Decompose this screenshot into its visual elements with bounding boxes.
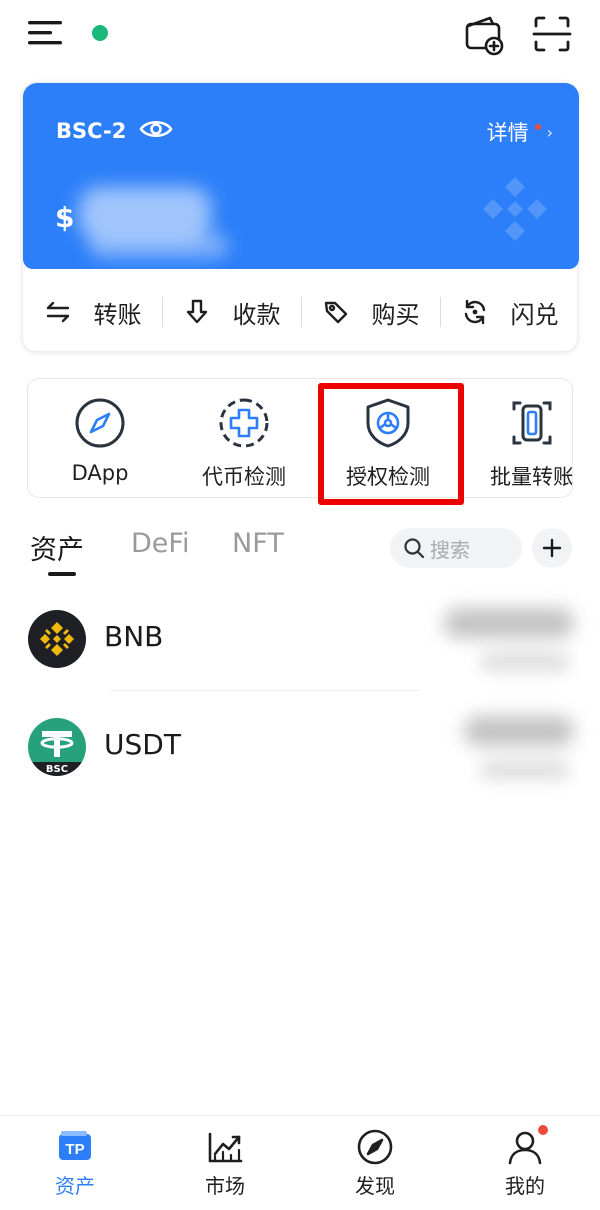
nav-label: 资产 (55, 1174, 95, 1198)
svg-text:TP: TP (65, 1141, 84, 1158)
menu-icon[interactable] (26, 18, 66, 48)
wallet-actions: 转账 收款 购买 闪兑 (23, 273, 579, 351)
nav-assets[interactable]: TP 资产 (0, 1116, 150, 1210)
tab-nft[interactable]: NFT (232, 528, 284, 559)
tab-defi[interactable]: DeFi (131, 528, 189, 559)
tool-label: DApp (71, 461, 129, 485)
tool-label: 代币检测 (202, 465, 286, 489)
receive-icon (186, 299, 207, 324)
list-divider (110, 690, 420, 691)
search-placeholder: 搜索 (430, 537, 470, 562)
receive-label: 收款 (232, 300, 281, 329)
token-symbol: USDT (104, 728, 181, 761)
tab-underline (48, 572, 76, 576)
bnb-watermark-icon (477, 171, 553, 247)
swap-button[interactable]: 闪兑 (440, 273, 579, 351)
tool-authorization-check[interactable]: 授权检测 (316, 379, 460, 497)
token-value-hidden (480, 760, 570, 780)
scan-icon[interactable] (530, 12, 574, 56)
nav-label: 我的 (505, 1174, 545, 1198)
wallet-balance-panel[interactable]: BSC-2 详情 › $ (23, 83, 579, 269)
top-bar (0, 0, 600, 70)
receive-button[interactable]: 收款 (162, 273, 301, 351)
wallet-add-icon[interactable] (462, 12, 506, 56)
profile-icon (508, 1131, 542, 1165)
token-amount-hidden (464, 716, 574, 746)
tool-batch-transfer[interactable]: 批量转账 (460, 379, 573, 497)
nav-profile[interactable]: 我的 (450, 1116, 600, 1210)
currency-symbol: $ (55, 201, 75, 234)
swap-icon (464, 299, 485, 325)
asset-tabs: 资产 DeFi NFT 搜索 (0, 520, 600, 580)
token-value-hidden (480, 652, 570, 672)
search-icon (404, 538, 425, 559)
search-input[interactable]: 搜索 (390, 528, 522, 568)
tool-token-check[interactable]: 代币检测 (172, 379, 316, 497)
market-chart-icon (208, 1132, 243, 1163)
token-chain-badge: BSC (45, 764, 69, 775)
nav-label: 发现 (355, 1174, 395, 1198)
wallet-name: BSC-2 (56, 119, 127, 143)
detail-notify-dot (534, 124, 541, 130)
wallet-card: BSC-2 详情 › $ 转账 收款 购买 闪兑 (22, 82, 579, 352)
nav-label: 市场 (205, 1174, 245, 1198)
token-check-icon (219, 398, 269, 448)
batch-transfer-icon (512, 401, 552, 445)
compass-icon (75, 398, 125, 448)
tool-dapp[interactable]: DApp (28, 379, 172, 497)
detail-label: 详情 (486, 121, 529, 145)
transfer-label: 转账 (93, 300, 142, 329)
shield-check-icon (366, 398, 410, 448)
balance-hidden-blur-secondary (89, 233, 229, 259)
network-status-dot (92, 25, 108, 41)
tp-wallet-icon: TP (59, 1131, 91, 1160)
tool-label: 批量转账 (490, 465, 573, 489)
bottom-navigation: TP 资产 市场 发现 我的 (0, 1115, 600, 1210)
swap-label: 闪兑 (510, 300, 559, 329)
transfer-button[interactable]: 转账 (23, 273, 162, 351)
tool-label: 授权检测 (346, 465, 430, 489)
chevron-right-icon: › (546, 122, 553, 142)
nav-market[interactable]: 市场 (150, 1116, 300, 1210)
buy-label: 购买 (371, 300, 420, 329)
buy-tag-icon (324, 301, 347, 324)
token-row-usdt[interactable]: BSC USDT (0, 708, 600, 808)
profile-notify-dot (538, 1125, 548, 1135)
token-symbol: BNB (104, 620, 164, 653)
transfer-icon (46, 301, 69, 323)
tab-assets[interactable]: 资产 (30, 528, 84, 567)
nav-discover[interactable]: 发现 (300, 1116, 450, 1210)
bnb-logo-icon (28, 610, 86, 668)
eye-icon[interactable] (139, 117, 173, 141)
plus-icon (542, 538, 562, 558)
buy-button[interactable]: 购买 (301, 273, 440, 351)
token-amount-hidden (444, 608, 574, 638)
add-token-button[interactable] (532, 528, 572, 568)
wallet-detail-link[interactable]: 详情 › (487, 117, 553, 147)
tools-row: DApp 代币检测 授权检测 批量转账 (27, 378, 573, 498)
token-row-bnb[interactable]: BNB (0, 600, 600, 700)
discover-compass-icon (357, 1129, 393, 1165)
